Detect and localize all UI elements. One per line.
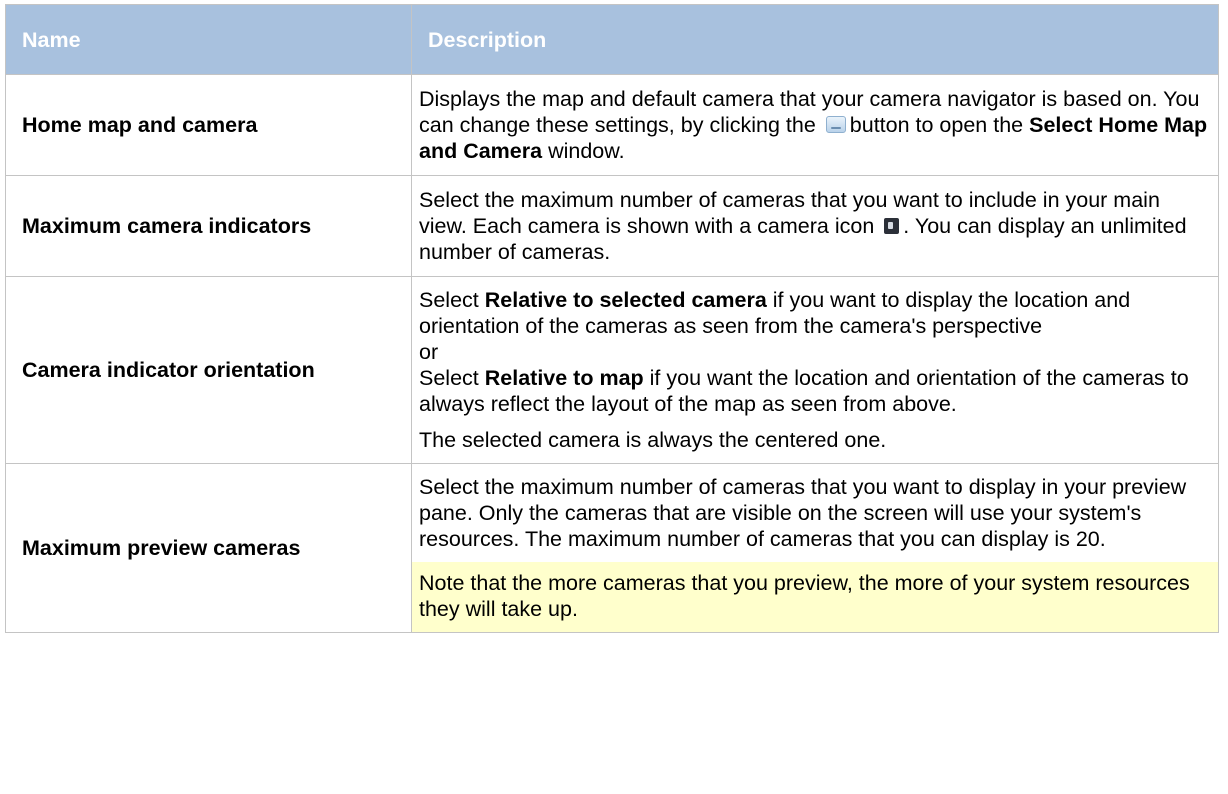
column-header-name: Name xyxy=(5,4,412,75)
setting-name: Maximum preview cameras xyxy=(5,463,412,633)
table-row: Home map and camera Displays the map and… xyxy=(5,74,1219,176)
setting-description: Select the maximum number of cameras tha… xyxy=(411,175,1219,277)
note-callout: Note that the more cameras that you prev… xyxy=(412,562,1218,632)
browse-button-icon xyxy=(825,116,846,133)
setting-description: Select Relative to selected camera if yo… xyxy=(411,276,1219,464)
setting-name: Camera indicator orientation xyxy=(5,276,412,464)
description-paragraph: The selected camera is always the center… xyxy=(419,428,887,452)
setting-name: Home map and camera xyxy=(5,74,412,176)
description-paragraph: Select the maximum number of cameras tha… xyxy=(419,475,1187,551)
description-paragraph: Select Relative to selected camera if yo… xyxy=(419,288,1189,416)
description-paragraph: Displays the map and default camera that… xyxy=(419,87,1208,163)
table-row: Camera indicator orientation Select Rela… xyxy=(5,276,1219,464)
table-row: Maximum preview cameras Select the maxim… xyxy=(5,463,1219,633)
setting-name: Maximum camera indicators xyxy=(5,175,412,277)
description-paragraph: Select the maximum number of cameras tha… xyxy=(419,188,1187,264)
setting-description: Select the maximum number of cameras tha… xyxy=(411,463,1219,633)
setting-description: Displays the map and default camera that… xyxy=(411,74,1219,176)
settings-table: Name Description Home map and camera Dis… xyxy=(5,4,1219,633)
column-header-description: Description xyxy=(411,4,1219,75)
header-row: Name Description xyxy=(5,4,1219,75)
table-row: Maximum camera indicators Select the max… xyxy=(5,175,1219,277)
camera-icon xyxy=(884,218,900,234)
